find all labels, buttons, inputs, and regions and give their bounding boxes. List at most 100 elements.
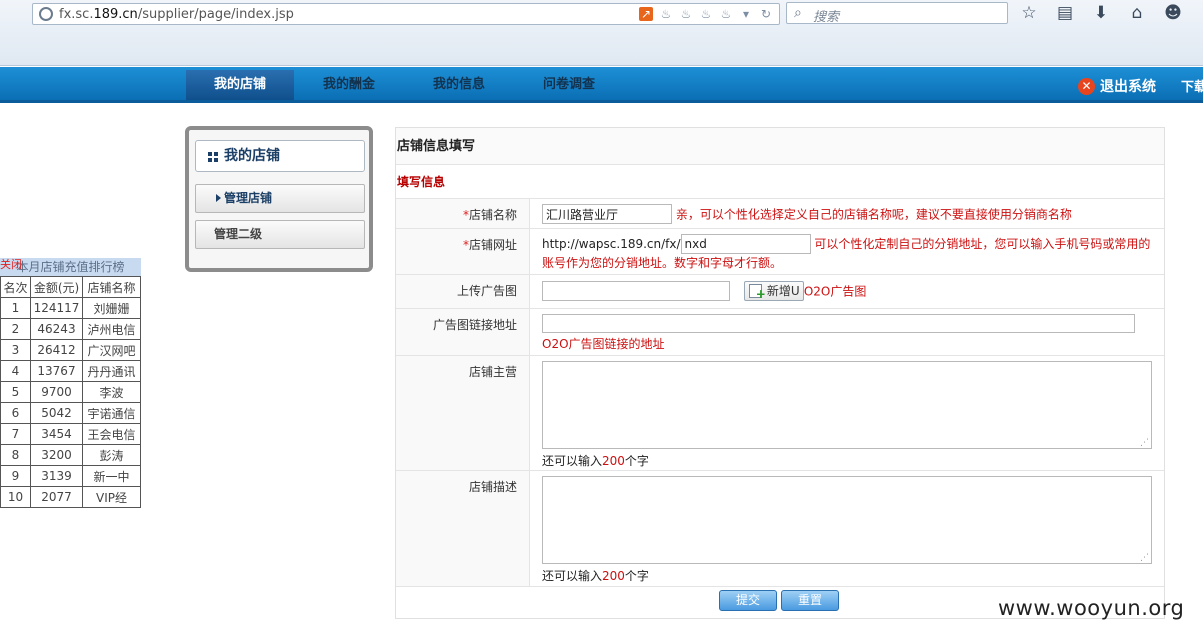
rss-icon[interactable]: ↗ (639, 7, 653, 21)
table-row: 8 3200 彭涛 (0, 444, 141, 466)
shop-side-menu: 我的店铺 管理店铺 管理二级 (185, 126, 373, 272)
table-row: 10 2077 VIP经 (0, 486, 141, 508)
ad-upload-add-button[interactable]: 新增U (743, 281, 804, 301)
logout-button[interactable]: ✕ 退出系统 (1078, 76, 1156, 96)
shop-name-cell: 新一中 (82, 465, 141, 487)
amount-cell: 2077 (30, 486, 83, 508)
amount-cell: 3454 (30, 423, 83, 445)
amount-cell: 124117 (30, 297, 83, 319)
table-row: 4 13767 丹丹通讯 (0, 360, 141, 382)
side-menu-manage-secondary[interactable]: 管理二级 (195, 220, 365, 249)
url-bar[interactable]: fx.sc.189.cn/supplier/page/index.jsp ↗ ♨… (32, 3, 780, 25)
shop-url-input[interactable] (680, 234, 811, 254)
row-description: 店铺描述 还可以输入200个字 (396, 471, 1164, 587)
rank-cell: 6 (0, 402, 31, 424)
row-shop-url: *店铺网址 http://wapsc.189.cn/fx/ 可以个性化定制自己的… (396, 229, 1164, 275)
shop-name-cell: 宇诺通信 (82, 402, 141, 424)
tab-my-info[interactable]: 我的信息 (405, 70, 513, 100)
ranking-close-link[interactable]: 关闭 (0, 256, 22, 274)
col-rank: 名次 (0, 276, 31, 298)
shop-name-label: *店铺名称 (396, 199, 530, 228)
main-business-textarea[interactable] (542, 361, 1152, 449)
java-icon[interactable]: ♨ (699, 7, 713, 21)
shop-name-cell: 刘姗姗 (82, 297, 141, 319)
url-bar-icons: ↗ ♨ ♨ ♨ ♨ ▾ ↻ (639, 7, 773, 21)
description-textarea[interactable] (542, 476, 1152, 564)
menu-icon[interactable]: ≡ (1198, 3, 1203, 23)
shop-url-hint-1: 可以个性化定制自己的分销地址，您可以输入手机号码或常用的 (814, 237, 1151, 251)
rank-cell: 8 (0, 444, 31, 466)
ad-upload-label: 上传广告图 (396, 275, 530, 308)
close-circle-icon: ✕ (1078, 77, 1095, 95)
smiley-icon[interactable]: ☻ (1162, 3, 1184, 23)
java-icon[interactable]: ♨ (719, 7, 733, 21)
bookmark-star-icon[interactable]: ☆ (1018, 3, 1040, 23)
rank-cell: 5 (0, 381, 31, 403)
search-input[interactable]: ⌕ 搜索 (786, 2, 1008, 25)
tab-commission[interactable]: 我的酬金 (295, 70, 403, 100)
shop-name-cell: 泸州电信 (82, 318, 141, 340)
ad-link-hint: O2O广告图链接的地址 (542, 337, 665, 351)
java-icon[interactable]: ♨ (679, 7, 693, 21)
side-menu-item-label: 管理店铺 (224, 191, 273, 205)
shop-name-input[interactable] (542, 204, 672, 224)
ranking-header-row: 名次 金额(元) 店铺名称 (0, 276, 141, 298)
shop-name-cell: VIP经 (82, 486, 141, 508)
rank-cell: 7 (0, 423, 31, 445)
rank-cell: 4 (0, 360, 31, 382)
side-menu-manage-shop[interactable]: 管理店铺 (195, 184, 365, 213)
side-menu-title-text: 我的店铺 (224, 148, 280, 164)
tab-my-shop[interactable]: 我的店铺 (186, 70, 294, 100)
form-title: 店铺信息填写 (396, 128, 1164, 165)
add-image-icon (748, 284, 766, 300)
ranking-table: 名次 金额(元) 店铺名称 1 124117 刘姗姗 2 46243 泸州电信 3 26412… (0, 276, 141, 508)
amount-cell: 26412 (30, 339, 83, 361)
submit-button[interactable]: 提交 (719, 590, 777, 611)
description-counter: 还可以输入200个字 (542, 569, 649, 583)
watermark: www.wooyun.org (998, 596, 1185, 620)
col-shop-name: 店铺名称 (82, 276, 141, 298)
ad-link-input[interactable] (542, 314, 1135, 333)
triangle-right-icon (216, 194, 221, 202)
description-label: 店铺描述 (396, 471, 530, 586)
url-text: fx.sc.189.cn/supplier/page/index.jsp (59, 7, 294, 22)
side-menu-title: 我的店铺 (195, 140, 365, 172)
reset-button[interactable]: 重置 (781, 590, 839, 611)
reading-list-icon[interactable]: ▤ (1054, 3, 1076, 23)
table-row: 2 46243 泸州电信 (0, 318, 141, 340)
shop-name-cell: 王会电信 (82, 423, 141, 445)
main-business-label: 店铺主营 (396, 356, 530, 470)
ad-upload-file-input[interactable] (542, 281, 730, 301)
col-amount: 金额(元) (30, 276, 83, 298)
row-main-business: 店铺主营 还可以输入200个字 (396, 356, 1164, 471)
table-row: 7 3454 王会电信 (0, 423, 141, 445)
logout-label: 退出系统 (1100, 79, 1156, 95)
reload-icon[interactable]: ↻ (759, 7, 773, 21)
tab-survey[interactable]: 问卷调查 (515, 70, 623, 100)
ranking-title: 本月店铺充值排行榜 (16, 260, 125, 274)
form-buttons: 提交 重置 (719, 590, 839, 611)
amount-cell: 3200 (30, 444, 83, 466)
home-icon[interactable]: ⌂ (1126, 3, 1148, 23)
shop-info-form: 店铺信息填写 填写信息 *店铺名称 亲，可以个性化选择定义自己的店铺名称呢，建议… (395, 127, 1165, 619)
amount-cell: 9700 (30, 381, 83, 403)
java-icon[interactable]: ♨ (659, 7, 673, 21)
amount-cell: 13767 (30, 360, 83, 382)
table-row: 9 3139 新一中 (0, 465, 141, 487)
search-icon: ⌕ (794, 5, 802, 21)
shop-name-cell: 李波 (82, 381, 141, 403)
row-ad-link: 广告图链接地址 O2O广告图链接的地址 (396, 309, 1164, 356)
recharge-ranking: 关闭 本月店铺充值排行榜 名次 金额(元) 店铺名称 1 124117 刘姗姗 2 46… (0, 258, 141, 508)
ad-link-label: 广告图链接地址 (396, 309, 530, 355)
download-icon[interactable]: ⬇ (1090, 3, 1112, 23)
shop-url-hint-2: 账号作为您的分销地址。数字和字母才行额。 (542, 256, 783, 270)
shop-url-prefix: http://wapsc.189.cn/fx/ (542, 237, 681, 251)
rank-cell: 10 (0, 486, 31, 508)
amount-cell: 46243 (30, 318, 83, 340)
table-row: 6 5042 宇诺通信 (0, 402, 141, 424)
ranking-header: 关闭 本月店铺充值排行榜 (0, 258, 141, 276)
download-link[interactable]: 下载 (1181, 76, 1203, 95)
rank-cell: 1 (0, 297, 31, 319)
shop-name-cell: 彭涛 (82, 444, 141, 466)
dropdown-arrow-icon[interactable]: ▾ (739, 7, 753, 21)
